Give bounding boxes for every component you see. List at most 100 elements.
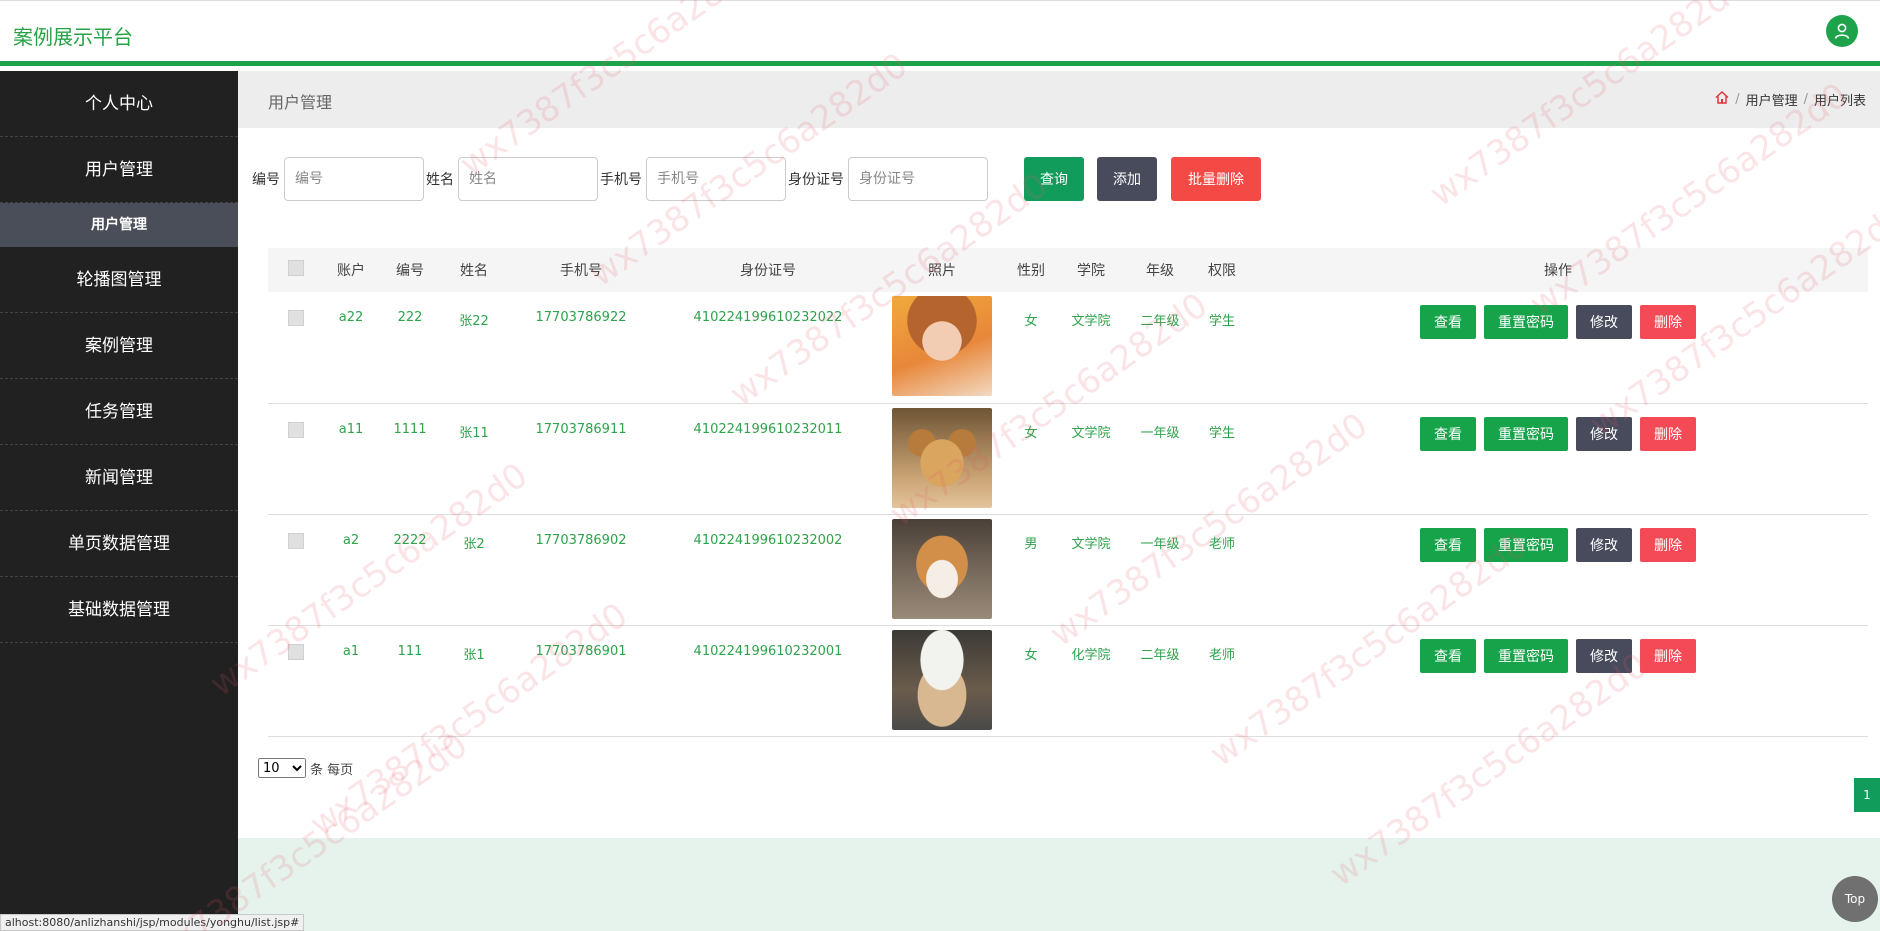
brand-title: 案例展示平台 bbox=[13, 25, 133, 49]
column-header: 操作 bbox=[1544, 263, 1572, 279]
role-cell: 学生 bbox=[1208, 314, 1235, 329]
column-header: 手机号 bbox=[560, 263, 602, 279]
phone-input[interactable] bbox=[646, 157, 786, 201]
view-button[interactable]: 查看 bbox=[1420, 416, 1476, 451]
column-header: 学院 bbox=[1077, 263, 1105, 279]
table-row: a2 2222 张2 17703786902 41022419961023200… bbox=[268, 514, 1868, 625]
batch-delete-button[interactable]: 批量删除 bbox=[1171, 157, 1261, 201]
page-size-select[interactable]: 10 bbox=[258, 758, 306, 778]
phone-cell: 17703786911 bbox=[535, 421, 627, 437]
edit-button[interactable]: 修改 bbox=[1576, 638, 1632, 673]
id-card-cell: 410224199610232002 bbox=[693, 532, 843, 548]
row-select-cell bbox=[268, 625, 324, 736]
breadcrumb-user-management[interactable]: 用户管理 bbox=[1746, 90, 1798, 109]
delete-button[interactable]: 删除 bbox=[1640, 305, 1696, 339]
footer-band bbox=[238, 838, 1880, 931]
row-checkbox[interactable] bbox=[288, 643, 304, 660]
main-content: 用户管理 / 用户管理 / 用户列表 编号 姓名 手机号 身份证号 查询 添加 … bbox=[238, 71, 1880, 931]
reset-password-button[interactable]: 重置密码 bbox=[1484, 305, 1568, 339]
row-checkbox[interactable] bbox=[288, 532, 304, 549]
edit-button[interactable]: 修改 bbox=[1576, 305, 1632, 339]
puppy-photo bbox=[892, 407, 992, 508]
number-input[interactable] bbox=[284, 157, 424, 201]
sidebar-item-single-page-data[interactable]: 单页数据管理 bbox=[0, 511, 238, 577]
account-cell: a11 bbox=[338, 421, 364, 437]
edit-button[interactable]: 修改 bbox=[1576, 416, 1632, 451]
photo-cell bbox=[880, 292, 1004, 403]
table-row: a11 1111 张11 17703786911 410224199610232… bbox=[268, 403, 1868, 514]
gender-cell: 女 bbox=[1024, 425, 1038, 441]
sidebar-subitem-user-management[interactable]: 用户管理 bbox=[0, 203, 238, 247]
actions-cell: 查看 重置密码 修改 删除 bbox=[1248, 625, 1868, 736]
name-label: 姓名 bbox=[426, 172, 454, 188]
delete-button[interactable]: 删除 bbox=[1640, 416, 1696, 451]
number-cell: 222 bbox=[397, 310, 423, 325]
id-card-label: 身份证号 bbox=[788, 172, 844, 188]
college-cell: 文学院 bbox=[1071, 536, 1111, 552]
number-cell: 111 bbox=[397, 643, 423, 659]
sidebar-item-basic-data[interactable]: 基础数据管理 bbox=[0, 577, 238, 643]
view-button[interactable]: 查看 bbox=[1420, 527, 1476, 562]
cat-photo bbox=[892, 629, 992, 730]
view-button[interactable]: 查看 bbox=[1420, 305, 1476, 339]
sidebar-item-carousel-management[interactable]: 轮播图管理 bbox=[0, 247, 238, 313]
edit-button[interactable]: 修改 bbox=[1576, 527, 1632, 562]
page-title: 用户管理 bbox=[268, 93, 333, 112]
name-input[interactable] bbox=[458, 157, 598, 201]
id-card-input[interactable] bbox=[848, 157, 988, 201]
table-row: a1 111 张1 17703786901 410224199610232001… bbox=[268, 625, 1868, 736]
home-icon[interactable] bbox=[1715, 90, 1729, 108]
column-header: 编号 bbox=[396, 263, 424, 279]
photo-cell bbox=[880, 403, 1004, 514]
id-card-cell: 410224199610232022 bbox=[693, 310, 843, 325]
user-table-wrapper: 账户 编号 姓名 手机号 身份证号 照片 性别 学院 年级 权限 操作 a22 … bbox=[268, 248, 1868, 737]
back-to-top-button[interactable]: Top bbox=[1832, 876, 1878, 922]
page-size-control: 10 条 每页 bbox=[258, 758, 353, 778]
select-all-checkbox[interactable] bbox=[288, 260, 304, 276]
id-card-cell: 410224199610232001 bbox=[693, 643, 843, 659]
breadcrumb-user-list: 用户列表 bbox=[1813, 94, 1866, 109]
account-cell: a22 bbox=[338, 310, 364, 325]
sidebar-item-news-management[interactable]: 新闻管理 bbox=[0, 445, 238, 511]
breadcrumb-separator: / bbox=[1735, 92, 1740, 107]
view-button[interactable]: 查看 bbox=[1420, 638, 1476, 673]
row-select-cell bbox=[268, 514, 324, 625]
gender-cell: 男 bbox=[1024, 536, 1038, 552]
sidebar-item-user-management[interactable]: 用户管理 bbox=[0, 137, 238, 203]
add-button[interactable]: 添加 bbox=[1097, 157, 1157, 201]
delete-button[interactable]: 删除 bbox=[1640, 527, 1696, 562]
name-cell: 张22 bbox=[459, 314, 489, 329]
sidebar-item-personal-center[interactable]: 个人中心 bbox=[0, 71, 238, 137]
photo-cell bbox=[880, 625, 1004, 736]
column-header: 年级 bbox=[1146, 263, 1174, 279]
delete-button[interactable]: 删除 bbox=[1640, 638, 1696, 673]
breadcrumb-separator: / bbox=[1803, 92, 1808, 107]
user-icon[interactable] bbox=[1826, 15, 1858, 47]
reset-password-button[interactable]: 重置密码 bbox=[1484, 527, 1568, 562]
college-cell: 文学院 bbox=[1071, 425, 1111, 441]
column-header: 权限 bbox=[1208, 263, 1236, 279]
phone-cell: 17703786922 bbox=[535, 310, 627, 325]
number-cell: 1111 bbox=[393, 421, 427, 437]
shiba-photo bbox=[892, 518, 992, 619]
phone-cell: 17703786902 bbox=[535, 532, 627, 548]
sidebar: 个人中心 用户管理 用户管理 轮播图管理 案例管理 任务管理 新闻管理 单页数据… bbox=[0, 71, 238, 931]
reset-password-button[interactable]: 重置密码 bbox=[1484, 416, 1568, 451]
role-cell: 老师 bbox=[1208, 647, 1235, 663]
sidebar-item-task-management[interactable]: 任务管理 bbox=[0, 379, 238, 445]
gender-cell: 女 bbox=[1024, 647, 1038, 663]
number-label: 编号 bbox=[252, 172, 280, 188]
grade-cell: 一年级 bbox=[1140, 425, 1180, 441]
page-number-button[interactable]: 1 bbox=[1854, 778, 1880, 812]
column-header: 账户 bbox=[337, 263, 365, 279]
grade-cell: 二年级 bbox=[1140, 647, 1180, 663]
query-button[interactable]: 查询 bbox=[1024, 157, 1084, 201]
sidebar-item-case-management[interactable]: 案例管理 bbox=[0, 313, 238, 379]
grade-cell: 一年级 bbox=[1140, 536, 1180, 552]
table-row: a22 222 张22 17703786922 4102241996102320… bbox=[268, 292, 1868, 403]
reset-password-button[interactable]: 重置密码 bbox=[1484, 638, 1568, 673]
actions-cell: 查看 重置密码 修改 删除 bbox=[1248, 514, 1868, 625]
grade-cell: 二年级 bbox=[1140, 314, 1180, 329]
row-checkbox[interactable] bbox=[288, 421, 304, 438]
row-checkbox[interactable] bbox=[288, 310, 304, 326]
